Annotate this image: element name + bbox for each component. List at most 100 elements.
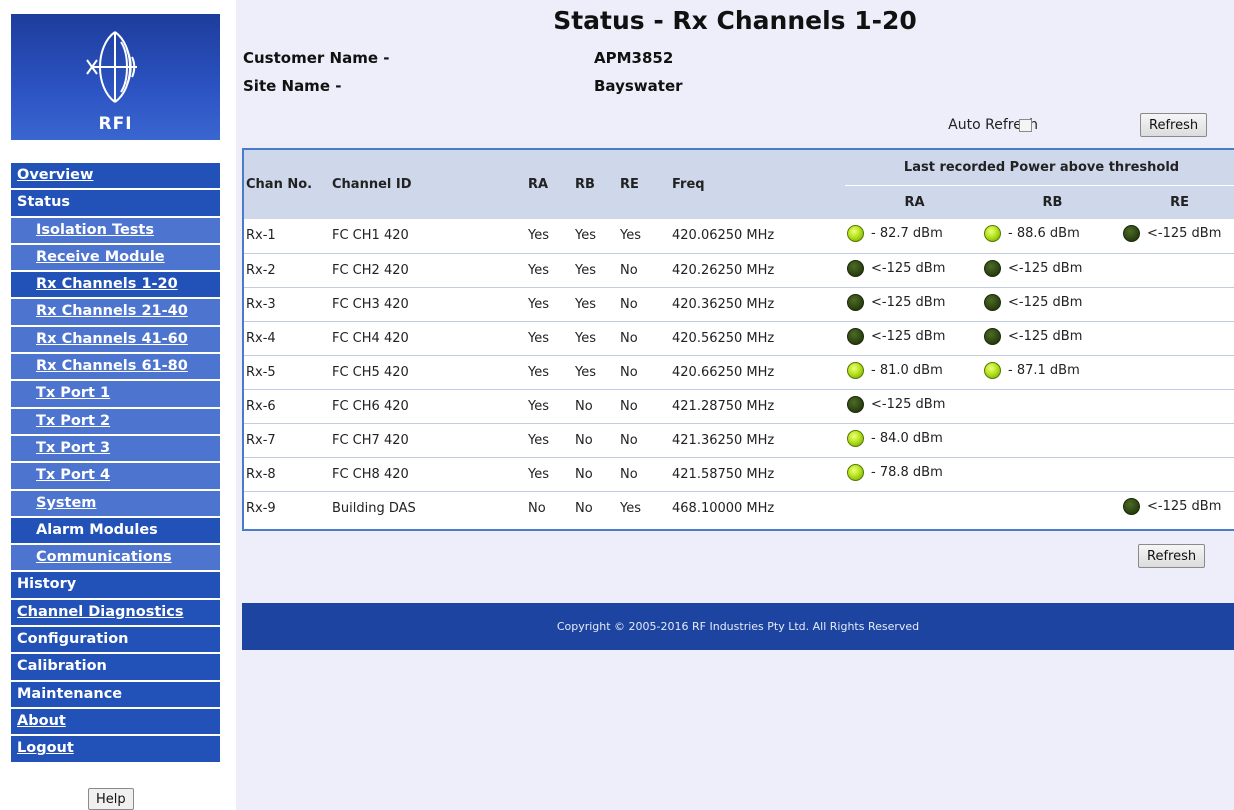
- sidebar-item-channel-diagnostics[interactable]: Channel Diagnostics: [11, 599, 220, 628]
- power-value: - 88.6 dBm: [1008, 226, 1080, 242]
- power-reading: - 82.7 dBm: [847, 225, 943, 243]
- col-header-power-re: RE: [1121, 185, 1234, 219]
- sidebar-item-label: Tx Port 3: [36, 439, 111, 456]
- sidebar-item-label: Tx Port 2: [36, 412, 111, 429]
- power-value: <-125 dBm: [871, 328, 946, 344]
- sidebar-item-system[interactable]: System: [11, 490, 220, 518]
- sidebar-item-rx-channels-61-80[interactable]: Rx Channels 61-80: [11, 354, 220, 382]
- power-reading: <-125 dBm: [1123, 497, 1221, 515]
- sidebar-item-label: Logout: [17, 740, 74, 757]
- sidebar-item-receive-module[interactable]: Receive Module: [11, 244, 220, 273]
- sidebar-item-label: Channel Diagnostics: [17, 603, 184, 620]
- cell-freq: 420.36250 MHz: [670, 286, 845, 321]
- sidebar-item-rx-channels-1-20[interactable]: Rx Channels 1-20: [11, 272, 220, 300]
- cell-power-rb: <-125 dBm: [982, 320, 1121, 355]
- sidebar-item-overview[interactable]: Overview: [11, 163, 220, 191]
- sidebar-item-configuration: Configuration: [11, 627, 220, 655]
- sidebar-item-label: History: [17, 576, 77, 593]
- power-value: - 81.0 dBm: [871, 362, 943, 378]
- cell-rb: No: [573, 456, 618, 491]
- auto-refresh-checkbox[interactable]: [1019, 119, 1032, 132]
- footer-copyright: Copyright © 2005-2016 RF Industries Pty …: [242, 603, 1234, 650]
- refresh-button-bottom[interactable]: Refresh: [1138, 544, 1206, 568]
- power-reading: - 88.6 dBm: [984, 225, 1080, 243]
- sidebar-item-rx-channels-41-60[interactable]: Rx Channels 41-60: [11, 326, 220, 355]
- led-off-icon: [984, 293, 1001, 311]
- cell-freq: 420.26250 MHz: [670, 252, 845, 287]
- nav-column: RFI Overview Status Isolation Tests Receive…: [0, 0, 236, 810]
- led-on-icon: [847, 463, 864, 481]
- rx-channels-table: Chan No. Channel ID RA RB RE Freq Last r…: [242, 148, 1234, 531]
- cell-power-rb: - 87.1 dBm: [982, 354, 1121, 389]
- refresh-button-top[interactable]: Refresh: [1140, 113, 1208, 137]
- cell-power-re: [1121, 252, 1234, 287]
- cell-channel-id: FC CH5 420: [330, 354, 526, 389]
- sidebar-item-tx-port-4[interactable]: Tx Port 4: [11, 463, 220, 491]
- cell-power-re: <-125 dBm: [1121, 490, 1234, 525]
- col-header-ra: RA: [526, 150, 573, 219]
- sidebar-item-label: Receive Module: [36, 248, 165, 265]
- cell-channel-id: FC CH1 420: [332, 228, 409, 244]
- cell-power-ra: - 84.0 dBm: [845, 422, 982, 457]
- power-reading: <-125 dBm: [984, 293, 1082, 311]
- col-header-freq: Freq: [670, 150, 845, 219]
- sidebar-item-maintenance: Maintenance: [11, 681, 220, 709]
- cell-freq: 421.28750 MHz: [670, 388, 845, 423]
- cell-rb: Yes: [573, 320, 618, 355]
- cell-chan-no: Rx-7: [244, 422, 330, 457]
- cell-power-ra: - 82.7 dBm: [845, 219, 982, 253]
- cell-freq: 421.36250 MHz: [670, 422, 845, 457]
- help-button[interactable]: Help: [88, 788, 134, 810]
- cell-re: No: [618, 286, 670, 321]
- led-on-icon: [847, 361, 864, 379]
- power-reading: <-125 dBm: [1123, 225, 1222, 243]
- sidebar-item-label: Alarm Modules: [36, 521, 158, 538]
- sidebar-item-about[interactable]: About: [11, 708, 220, 737]
- cell-freq: 420.66250 MHz: [670, 354, 845, 389]
- sidebar-item-logout[interactable]: Logout: [11, 736, 220, 764]
- power-reading: <-125 dBm: [847, 259, 945, 277]
- led-off-icon: [847, 259, 864, 277]
- power-value: <-125 dBm: [871, 396, 946, 412]
- cell-power-rb: [982, 490, 1121, 525]
- col-header-power-group: Last recorded Power above threshold: [845, 150, 1234, 186]
- power-reading: - 87.1 dBm: [984, 361, 1080, 379]
- cell-chan-no: Rx-9: [244, 490, 330, 525]
- sidebar-item-label: System: [36, 494, 97, 511]
- sidebar-item-label: Calibration: [17, 658, 107, 675]
- cell-power-rb: <-125 dBm: [982, 252, 1121, 287]
- site-name-label: Site Name -: [243, 77, 342, 95]
- col-header-channel-id: Channel ID: [330, 150, 526, 219]
- cell-ra: Yes: [526, 422, 573, 457]
- power-reading: <-125 dBm: [984, 259, 1083, 277]
- table-row: Rx-3 FC CH3 420 Yes Yes No 420.36250 MHz <-125…: [244, 286, 1234, 321]
- sidebar-item-communications[interactable]: Communications: [11, 545, 220, 573]
- power-value: <-125 dBm: [1008, 260, 1083, 276]
- led-off-icon: [984, 259, 1001, 277]
- cell-power-ra: <-125 dBm: [845, 252, 982, 287]
- main-content: Status - Rx Channels 1-20 Customer Name …: [236, 0, 1234, 810]
- cell-ra: Yes: [526, 456, 573, 491]
- sidebar-item-isolation-tests[interactable]: Isolation Tests: [11, 217, 220, 245]
- cell-channel-id: Building DAS: [330, 490, 526, 525]
- sidebar-item-tx-port-3[interactable]: Tx Port 3: [11, 435, 220, 464]
- cell-rb: Yes: [573, 286, 618, 321]
- sidebar-item-tx-port-1[interactable]: Tx Port 1: [11, 381, 220, 409]
- cell-re: No: [618, 422, 670, 457]
- led-off-icon: [1123, 225, 1140, 243]
- col-header-rb: RB: [573, 150, 618, 219]
- sidebar-item-status: Status: [11, 190, 220, 218]
- cell-ra: Yes: [528, 228, 549, 244]
- table-row: Rx-7 FC CH7 420 Yes No No 421.36250 MHz - 84.0…: [244, 422, 1234, 457]
- cell-power-ra: - 81.0 dBm: [845, 354, 982, 389]
- cell-power-rb: <-125 dBm: [982, 286, 1121, 321]
- sidebar-item-rx-channels-21-40[interactable]: Rx Channels 21-40: [11, 299, 220, 327]
- sidebar-item-tx-port-2[interactable]: Tx Port 2: [11, 408, 220, 436]
- sidebar-menu: Overview Status Isolation Tests Receive Mod…: [11, 163, 220, 764]
- sidebar-item-label: Tx Port 1: [36, 385, 111, 402]
- power-reading: - 78.8 dBm: [847, 463, 943, 481]
- power-reading: - 84.0 dBm: [847, 429, 943, 447]
- power-value: <-125 dBm: [1147, 226, 1222, 242]
- led-off-icon: [847, 327, 864, 345]
- led-on-icon: [984, 225, 1001, 243]
